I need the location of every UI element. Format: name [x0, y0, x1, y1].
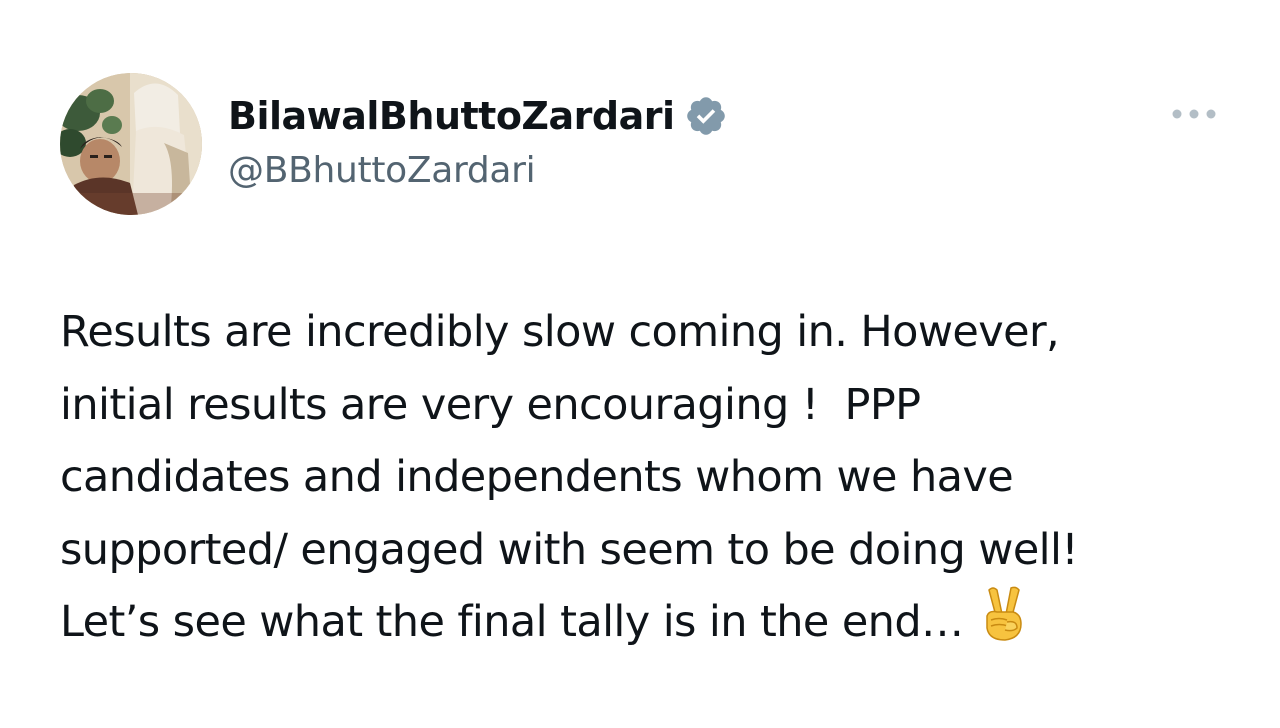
tweet-text-line-last: Let’s see what the final tally is in the…	[60, 586, 1250, 659]
tweet-text-line: Let’s see what the final tally is in the…	[60, 597, 964, 647]
profile-photo	[60, 73, 202, 215]
victory-hand-emoji	[977, 586, 1027, 642]
author-avatar[interactable]	[60, 73, 202, 215]
author-handle[interactable]: @BBhuttoZardari	[228, 150, 536, 191]
more-horizontal-icon	[1172, 109, 1216, 119]
author-name-row: BilawalBhuttoZardari	[228, 90, 728, 142]
author-display-name[interactable]: BilawalBhuttoZardari	[228, 94, 675, 138]
tweet-text-line: Results are incredibly slow coming in. H…	[60, 307, 1060, 357]
tweet-text-line: initial results are very encouraging ! P…	[60, 379, 921, 430]
more-options-button[interactable]	[1166, 96, 1222, 132]
tweet-text-line: candidates and independents whom we have	[60, 452, 1014, 502]
tweet-card: BilawalBhuttoZardari @BBhuttoZardari Res…	[0, 0, 1280, 728]
tweet-text: Results are incredibly slow coming in. H…	[60, 296, 1250, 659]
tweet-text-line: supported/ engaged with seem to be doing…	[60, 524, 1079, 575]
verified-badge-icon	[684, 94, 728, 138]
